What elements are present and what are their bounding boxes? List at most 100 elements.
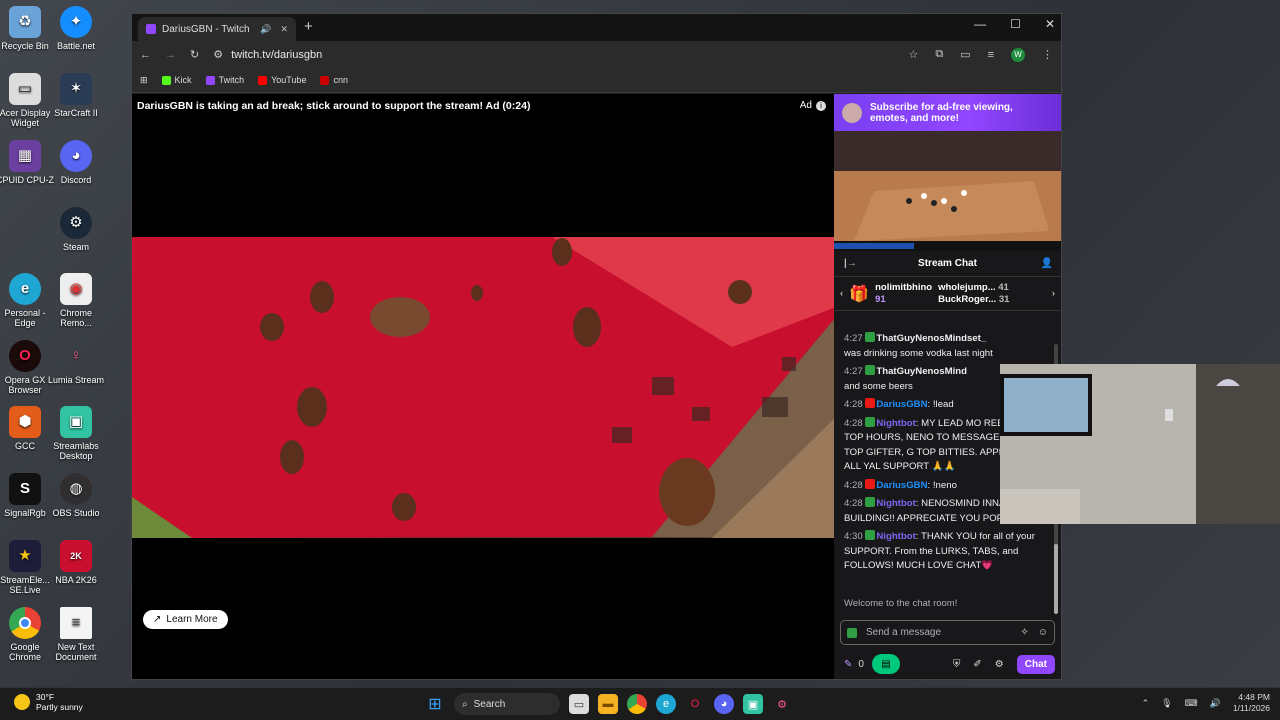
edge-taskbar-icon[interactable]: e bbox=[656, 694, 676, 714]
acer-icon: ▭ bbox=[9, 73, 41, 105]
volume-icon[interactable]: 🔊 bbox=[1210, 698, 1221, 709]
desktop-icon-lumia[interactable]: ♀ Lumia Stream bbox=[46, 340, 106, 385]
bookmarks-bar: ⊞ Kick Twitch YouTube cnn bbox=[132, 68, 1061, 93]
maximize-icon[interactable]: ☐ bbox=[1010, 17, 1021, 31]
reading-list-icon[interactable]: ≡ bbox=[988, 49, 994, 61]
video-player[interactable]: DariusGBN is taking an ad break; stick a… bbox=[132, 94, 836, 679]
minimize-icon[interactable]: — bbox=[974, 17, 986, 31]
desktop-icon-discord[interactable]: ◕ Discord bbox=[46, 140, 106, 185]
prediction-icon[interactable]: ▤ bbox=[871, 654, 900, 674]
opera-taskbar-icon[interactable]: O bbox=[685, 694, 705, 714]
desktop-icon-streamlabs[interactable]: ▣ Streamlabs Desktop bbox=[46, 406, 106, 461]
desktop-icon-starcraft[interactable]: ✶ StarCraft II bbox=[46, 73, 106, 118]
kick-icon bbox=[161, 75, 171, 85]
chat-header: |→ Stream Chat 👤 bbox=[834, 251, 1061, 277]
task-view-icon[interactable]: ▭ bbox=[569, 694, 589, 714]
desktop-icon-nba2k[interactable]: 2K NBA 2K26 bbox=[46, 540, 106, 585]
twitch-favicon-icon bbox=[146, 24, 156, 34]
shield-icon[interactable]: ⛨ bbox=[953, 659, 961, 670]
back-icon[interactable]: ← bbox=[140, 49, 151, 61]
community-icon[interactable]: 👤 bbox=[1041, 258, 1053, 269]
gifter-1[interactable]: nolimitbhino 91 bbox=[875, 282, 932, 306]
emote-icon[interactable]: ☺ bbox=[1038, 627, 1048, 638]
tray-chevron-icon[interactable]: ⌃ bbox=[1142, 698, 1150, 709]
chat-message: 4:30 Nightbot: THANK YOU for all of your… bbox=[844, 530, 1035, 571]
channel-points[interactable]: ✎ 0 bbox=[844, 659, 864, 670]
discord-icon: ◕ bbox=[60, 140, 92, 172]
subscribe-banner[interactable]: Subscribe for ad-free viewing, emotes, a… bbox=[834, 94, 1061, 131]
desktop-icon-battlenet[interactable]: ✦ Battle.net bbox=[46, 6, 106, 51]
taskbar-search[interactable]: ⌕ Search bbox=[454, 693, 560, 715]
desktop-icon-chrome-remote[interactable]: ◉ Chrome Remo... bbox=[46, 273, 106, 328]
streamlabs-icon: ▣ bbox=[60, 406, 92, 438]
gifter-2-3[interactable]: wholejump... 41 BuckRoger... 31 bbox=[938, 282, 1009, 306]
chat-input[interactable]: Send a message ✧ ☺ bbox=[840, 620, 1055, 645]
steam-icon: ⚙ bbox=[60, 207, 92, 239]
bookmark-kick[interactable]: Kick bbox=[161, 75, 192, 85]
starcraft-icon: ✶ bbox=[60, 73, 92, 105]
bookmark-star-icon[interactable]: ☆ bbox=[908, 48, 918, 61]
network-icon[interactable]: ⌨ bbox=[1185, 698, 1198, 709]
bookmark-twitch[interactable]: Twitch bbox=[205, 75, 244, 85]
taskbar-apps: ⊞ ⌕ Search ▭ ▬ e O ◕ ▣ ⚙ bbox=[425, 693, 792, 715]
profile-avatar[interactable]: W bbox=[1011, 47, 1025, 62]
streamlabs-taskbar-icon[interactable]: ▣ bbox=[743, 694, 763, 714]
learn-more-button[interactable]: ↗ Learn More bbox=[143, 610, 228, 629]
microphone-icon[interactable]: 🎙 bbox=[1161, 698, 1172, 709]
system-tray: ⌃ 🎙 ⌨ 🔊 4:48 PM 1/11/2026 bbox=[1142, 692, 1270, 714]
reload-icon[interactable]: ↻ bbox=[190, 48, 199, 61]
windows-start-icon[interactable]: ⊞ bbox=[425, 694, 445, 714]
discord-taskbar-icon[interactable]: ◕ bbox=[714, 694, 734, 714]
tab-twitch[interactable]: DariusGBN - Twitch 🔊 ✕ bbox=[138, 17, 296, 41]
chat-title: Stream Chat bbox=[918, 258, 977, 269]
new-tab-button[interactable]: + bbox=[304, 18, 313, 35]
nba2k-icon: 2K bbox=[60, 540, 92, 572]
audio-icon[interactable]: 🔊 bbox=[260, 24, 271, 35]
lumia-icon: ♀ bbox=[70, 347, 82, 364]
cnn-icon bbox=[320, 75, 330, 85]
desktop-icon-obs[interactable]: ◍ OBS Studio bbox=[46, 473, 106, 518]
obs-icon: ◍ bbox=[60, 473, 92, 505]
settings-gear-icon[interactable]: ⚙ bbox=[995, 659, 1004, 670]
tab-bar: DariusGBN - Twitch 🔊 ✕ + — ☐ ✕ bbox=[132, 14, 1061, 41]
ad-badge[interactable]: Ad i bbox=[800, 100, 826, 111]
sparkle-icon[interactable]: ✧ bbox=[1020, 627, 1028, 638]
moderator-badge-icon bbox=[865, 497, 876, 507]
mini-stream-preview[interactable] bbox=[834, 131, 1061, 251]
close-window-icon[interactable]: ✕ bbox=[1045, 17, 1055, 31]
cpuz-icon: ▦ bbox=[9, 140, 41, 172]
forward-icon[interactable]: → bbox=[165, 49, 176, 61]
ad-video-frame bbox=[132, 237, 836, 538]
chevron-right-icon[interactable]: › bbox=[1052, 288, 1055, 299]
youtube-icon bbox=[258, 75, 268, 85]
menu-icon[interactable]: ⋮ bbox=[1042, 48, 1053, 61]
bookmark-youtube[interactable]: YouTube bbox=[258, 75, 306, 85]
desktop-icon-text-document[interactable]: ≡ New Text Document bbox=[46, 607, 106, 662]
webcam-overlay[interactable] bbox=[1000, 364, 1280, 524]
streamelements-icon: ★ bbox=[9, 540, 41, 572]
site-info-icon[interactable]: ⚙ bbox=[213, 48, 223, 61]
chevron-left-icon[interactable]: ‹ bbox=[840, 288, 843, 299]
chrome-taskbar-icon[interactable] bbox=[627, 694, 647, 714]
info-icon[interactable]: i bbox=[816, 100, 826, 111]
apps-grid-icon[interactable]: ⊞ bbox=[140, 75, 148, 86]
edge-icon: e bbox=[9, 273, 41, 305]
extensions-icon[interactable]: ⧉ bbox=[935, 48, 943, 61]
desktop-icon-steam[interactable]: ⚙ Steam bbox=[46, 207, 106, 252]
tab-title: DariusGBN - Twitch bbox=[162, 23, 250, 35]
browser-window: DariusGBN - Twitch 🔊 ✕ + — ☐ ✕ ← → ↻ ⚙ tw… bbox=[131, 13, 1062, 680]
recycle-bin-icon: ♻ bbox=[9, 6, 41, 38]
weather-widget[interactable]: 30°F Partly sunny bbox=[14, 692, 83, 712]
clock[interactable]: 4:48 PM 1/11/2026 bbox=[1233, 692, 1270, 714]
lumia-taskbar-icon[interactable]: ⚙ bbox=[772, 694, 792, 714]
url-field[interactable]: twitch.tv/dariusgbn bbox=[231, 49, 322, 61]
close-tab-icon[interactable]: ✕ bbox=[280, 24, 288, 35]
chrome-icon bbox=[9, 607, 41, 639]
file-explorer-icon[interactable]: ▬ bbox=[598, 694, 618, 714]
bookmark-cnn[interactable]: cnn bbox=[320, 75, 348, 85]
chat-send-button[interactable]: Chat bbox=[1016, 654, 1055, 674]
text-document-icon: ≡ bbox=[60, 607, 92, 639]
pen-icon[interactable]: ✐ bbox=[973, 659, 981, 670]
cast-icon[interactable]: ▭ bbox=[960, 48, 970, 61]
collapse-chat-icon[interactable]: |→ bbox=[844, 258, 857, 269]
